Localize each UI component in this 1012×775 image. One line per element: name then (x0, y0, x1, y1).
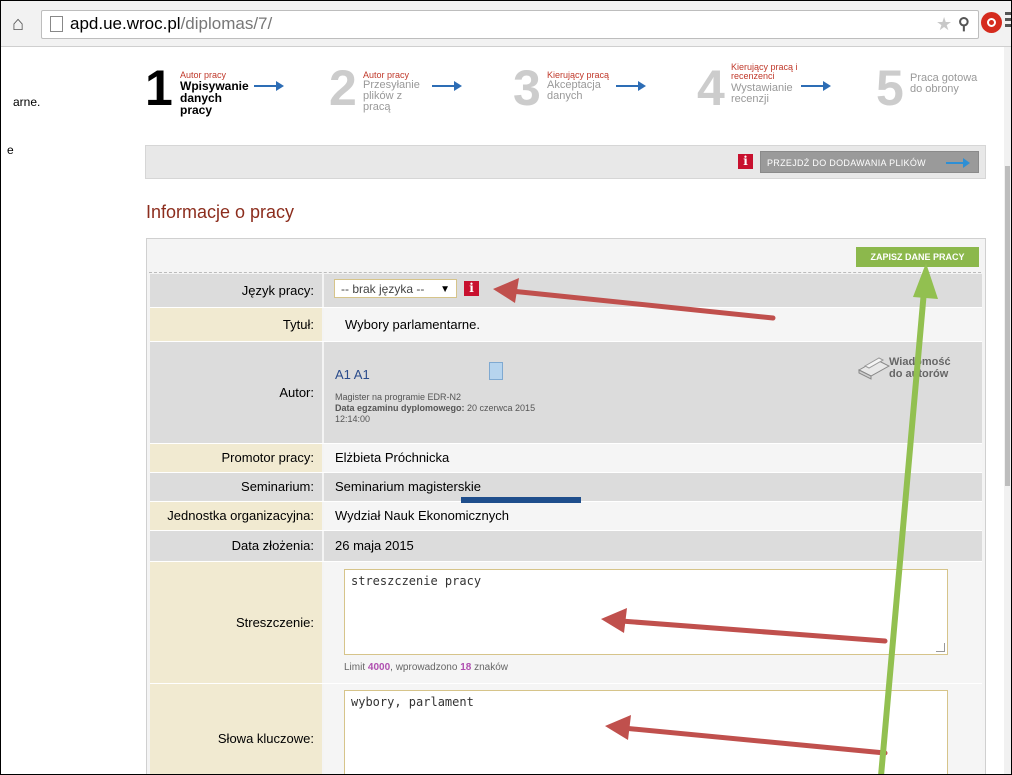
limit-suffix: znaków (474, 662, 509, 673)
sidebar-fragment: arne. (13, 95, 41, 109)
limit-prefix: Limit (344, 662, 366, 673)
browser-toolbar: ⌂ apd.ue.wroc.pl/diplomas/7/ ★ ⚲ (1, 1, 1011, 47)
bookmark-star-icon[interactable]: ★ (936, 14, 952, 35)
unit-link[interactable]: Wydział Nauk Ekonomicznych (324, 502, 982, 530)
keywords-label: Słowa kluczowe: (150, 684, 322, 774)
seminar-link[interactable]: Seminarium magisterskie (324, 473, 982, 501)
language-value-cell: -- brak języka -- ▼ i (324, 274, 982, 307)
submitted-label: Data złożenia: (150, 531, 322, 561)
supervisor-label: Promotor pracy: (150, 444, 322, 472)
abstract-limit: Limit 4000, wprowadzono 18 znaków (344, 662, 508, 673)
message-label-2: do autorów (889, 368, 949, 380)
url-path: /diplomas/7/ (180, 14, 273, 33)
row-language: Język pracy: -- brak języka -- ▼ i (150, 274, 982, 308)
page-icon (50, 16, 63, 32)
keywords-text: wybory, parlament (351, 695, 474, 709)
save-thesis-button[interactable]: ZAPISZ DANE PRACY (856, 247, 979, 267)
step-number: 3 (513, 60, 541, 116)
address-bar[interactable]: apd.ue.wroc.pl/diplomas/7/ ★ ⚲ (41, 10, 979, 39)
author-value-cell: A1 A1 Magister na programie EDR-N2 Data … (324, 342, 982, 443)
step-number: 4 (697, 60, 725, 116)
step-label: Akceptacja danych (547, 79, 601, 102)
step-label: Praca gotowa do obrony (910, 72, 978, 95)
url-text[interactable]: apd.ue.wroc.pl/diplomas/7/ (70, 14, 272, 34)
keywords-cell: wybory, parlament (324, 684, 982, 774)
arrow-right-icon (946, 158, 970, 168)
keywords-textarea[interactable]: wybory, parlament (344, 690, 948, 774)
author-label: Autor: (150, 342, 322, 443)
row-author: Autor: A1 A1 Magister na programie EDR-N… (150, 342, 982, 444)
exam-label: Data egzaminu dyplomowego: (335, 403, 465, 413)
message-authors-link[interactable]: Wiadomość do autorów (889, 356, 951, 380)
submitted-value: 26 maja 2015 (324, 531, 982, 561)
message-label-1: Wiadomość (889, 356, 951, 368)
row-keywords: Słowa kluczowe: wybory, parlament (150, 684, 982, 774)
author-program: Magister na programie EDR-N2 (335, 392, 462, 402)
supervisor-link[interactable]: Elżbieta Próchnicka (324, 444, 982, 472)
action-bar: i PRZEJDŹ DO DODAWANIA PLIKÓW (145, 145, 986, 179)
limit-max: 4000 (367, 662, 391, 673)
language-selected: -- brak języka -- (341, 282, 425, 296)
limit-count: 18 (460, 662, 472, 673)
sidebar-partial: arne. e (1, 47, 131, 774)
seminar-label: Seminarium: (150, 473, 322, 501)
step-label: Przesyłanie plików z pracą (363, 79, 420, 113)
exam-line: Data egzaminu dyplomowego: 20 czerwca 20… (335, 403, 535, 414)
main-content: 1 Autor pracy Wpisywanie danych pracy 2 … (131, 47, 1004, 774)
adblock-stop-icon[interactable] (981, 12, 1002, 33)
browser-menu-icon[interactable] (1005, 12, 1011, 30)
author-meta: Magister na programie EDR-N2 Data egzami… (335, 392, 535, 425)
thesis-form: ZAPISZ DANE PRACY Język pracy: -- brak j… (146, 238, 986, 774)
info-icon[interactable]: i (464, 281, 479, 296)
divider (149, 272, 981, 273)
screenshot-frame: ⌂ apd.ue.wroc.pl/diplomas/7/ ★ ⚲ arne. e… (0, 0, 1012, 775)
step-number: 5 (876, 60, 904, 116)
author-name-link[interactable]: A1 A1 (335, 367, 370, 382)
document-icon[interactable] (489, 362, 503, 380)
title-label: Tytuł: (150, 308, 322, 341)
step-number: 1 (145, 60, 173, 116)
abstract-textarea[interactable]: streszczenie pracy (344, 569, 948, 655)
key-icon[interactable]: ⚲ (958, 14, 970, 34)
abstract-cell: streszczenie pracy Limit 4000, wprowadzo… (324, 562, 982, 683)
unit-label: Jednostka organizacyjna: (150, 502, 322, 530)
exam-date: 20 czerwca 2015 (467, 403, 536, 413)
row-supervisor: Promotor pracy: Elżbieta Próchnicka (150, 444, 982, 473)
row-seminar: Seminarium: Seminarium magisterskie (150, 473, 982, 502)
abstract-text: streszczenie pracy (351, 574, 482, 588)
go-to-files-label: PRZEJDŹ DO DODAWANIA PLIKÓW (767, 158, 926, 168)
language-label: Język pracy: (150, 274, 322, 307)
progress-steps: 1 Autor pracy Wpisywanie danych pracy 2 … (131, 47, 1004, 145)
language-select[interactable]: -- brak języka -- ▼ (334, 279, 457, 298)
url-host: apd.ue.wroc.pl (70, 14, 181, 33)
step-arrow-icon (801, 81, 831, 91)
sidebar-fragment: e (7, 143, 14, 157)
abstract-label: Streszczenie: (150, 562, 322, 683)
section-title: Informacje o pracy (146, 202, 295, 222)
chevron-down-icon: ▼ (440, 284, 450, 295)
step-label: Wystawianie recenzji (731, 82, 793, 105)
title-value: Wybory parlamentarne. (324, 308, 982, 341)
step-actor: Kierujący pracą i recenzenci (731, 62, 798, 81)
step-arrow-icon (616, 81, 646, 91)
exam-time: 12:14:00 (335, 414, 371, 424)
limit-mid: , wprowadzono (390, 662, 458, 673)
info-icon[interactable]: i (738, 154, 753, 169)
envelope-icon[interactable] (857, 356, 891, 380)
step-arrow-icon (432, 81, 462, 91)
home-icon[interactable]: ⌂ (12, 13, 24, 36)
step-label: Wpisywanie danych pracy (180, 79, 249, 117)
step-arrow-icon (254, 81, 284, 91)
step-number: 2 (329, 60, 357, 116)
row-title: Tytuł: Wybory parlamentarne. (150, 308, 982, 342)
row-submitted: Data złożenia: 26 maja 2015 (150, 531, 982, 562)
row-unit: Jednostka organizacyjna: Wydział Nauk Ek… (150, 502, 982, 531)
resize-grip-icon[interactable] (936, 643, 945, 652)
row-abstract: Streszczenie: streszczenie pracy Limit 4… (150, 562, 982, 684)
go-to-files-button[interactable]: PRZEJDŹ DO DODAWANIA PLIKÓW (760, 151, 979, 173)
scrollbar-thumb[interactable] (1005, 166, 1010, 486)
